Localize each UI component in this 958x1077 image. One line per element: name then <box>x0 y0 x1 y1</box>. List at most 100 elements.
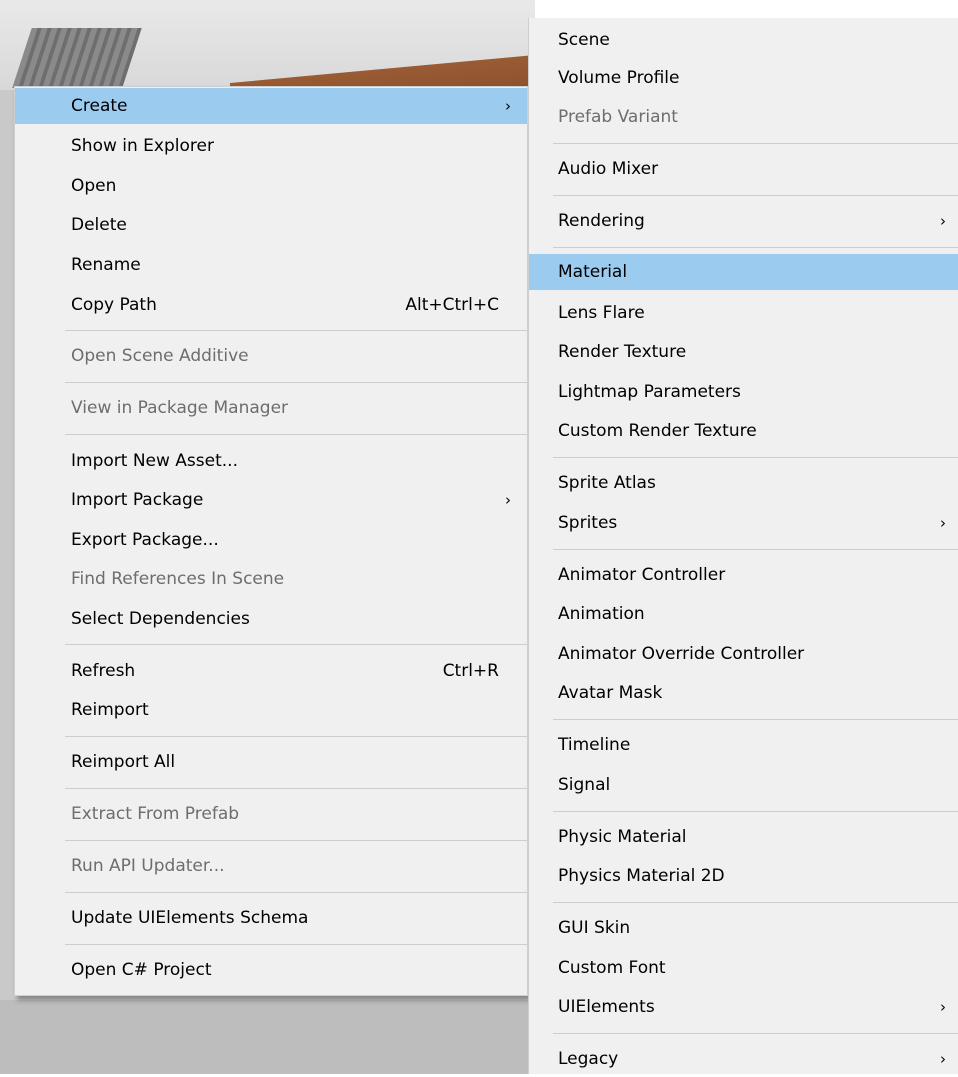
menu-item-label: Animator Controller <box>558 565 726 585</box>
menu-item-create[interactable]: Create › <box>15 88 527 124</box>
menu-item-label: Legacy <box>558 1049 619 1069</box>
chevron-right-icon: › <box>940 212 946 230</box>
chevron-right-icon: › <box>505 97 511 115</box>
submenu-item-lightmap-parameters[interactable]: Lightmap Parameters <box>529 374 958 410</box>
submenu-item-sprite-atlas[interactable]: Sprite Atlas <box>529 465 958 501</box>
chevron-right-icon: › <box>940 514 946 532</box>
menu-item-label: Export Package... <box>71 530 219 550</box>
menu-item-label: Delete <box>71 215 127 235</box>
submenu-item-timeline[interactable]: Timeline <box>529 727 958 763</box>
menu-item-export-package[interactable]: Export Package... <box>15 522 527 558</box>
menu-item-label: Select Dependencies <box>71 609 250 629</box>
submenu-item-animator-override-controller[interactable]: Animator Override Controller <box>529 636 958 672</box>
menu-item-rename[interactable]: Rename <box>15 247 527 283</box>
submenu-item-gui-skin[interactable]: GUI Skin <box>529 910 958 946</box>
menu-separator <box>65 788 527 789</box>
submenu-item-volume-profile[interactable]: Volume Profile <box>529 60 958 96</box>
menu-item-label: Lightmap Parameters <box>558 382 741 402</box>
submenu-item-sprites[interactable]: Sprites › <box>529 505 958 541</box>
submenu-item-signal[interactable]: Signal <box>529 767 958 803</box>
submenu-item-audio-mixer[interactable]: Audio Mixer <box>529 151 958 187</box>
menu-item-open-csharp-project[interactable]: Open C# Project <box>15 952 527 988</box>
menu-separator <box>553 811 958 812</box>
submenu-item-physic-material[interactable]: Physic Material <box>529 819 958 855</box>
menu-item-label: Scene <box>558 30 610 50</box>
submenu-item-render-texture[interactable]: Render Texture <box>529 334 958 370</box>
menu-item-label: Reimport All <box>71 752 176 772</box>
menu-item-label: Render Texture <box>558 342 687 362</box>
menu-item-label: Avatar Mask <box>558 683 663 703</box>
menu-item-extract-from-prefab[interactable]: Extract From Prefab <box>15 796 527 832</box>
menu-item-import-new-asset[interactable]: Import New Asset... <box>15 443 527 479</box>
menu-item-label: Reimport <box>71 700 149 720</box>
menu-item-shortcut: Ctrl+R <box>442 661 499 681</box>
submenu-item-custom-font[interactable]: Custom Font <box>529 950 958 986</box>
menu-item-label: Sprite Atlas <box>558 473 656 493</box>
menu-item-label: Copy Path <box>71 295 157 315</box>
menu-item-label: GUI Skin <box>558 918 631 938</box>
submenu-item-custom-render-texture[interactable]: Custom Render Texture <box>529 413 958 449</box>
menu-item-label: Physics Material 2D <box>558 866 725 886</box>
submenu-item-physics-material-2d[interactable]: Physics Material 2D <box>529 858 958 894</box>
menu-item-label: Rename <box>71 255 141 275</box>
menu-item-label: Open C# Project <box>71 960 212 980</box>
menu-item-run-api-updater[interactable]: Run API Updater... <box>15 848 527 884</box>
menu-separator <box>553 195 958 196</box>
menu-item-label: Refresh <box>71 661 136 681</box>
menu-item-label: Import Package <box>71 490 204 510</box>
menu-item-label: Signal <box>558 775 611 795</box>
menu-separator <box>553 549 958 550</box>
menu-separator <box>65 892 527 893</box>
menu-item-label: Open <box>71 176 117 196</box>
menu-separator <box>65 434 527 435</box>
menu-item-find-references-in-scene[interactable]: Find References In Scene <box>15 561 527 597</box>
menu-item-label: Lens Flare <box>558 303 645 323</box>
menu-item-label: View in Package Manager <box>71 398 289 418</box>
menu-item-label: Custom Render Texture <box>558 421 757 441</box>
menu-item-label: Import New Asset... <box>71 451 238 471</box>
chevron-right-icon: › <box>940 1050 946 1068</box>
submenu-item-animator-controller[interactable]: Animator Controller <box>529 557 958 593</box>
scene-bottom <box>0 1000 535 1074</box>
scene-object <box>12 28 142 88</box>
menu-item-open-scene-additive[interactable]: Open Scene Additive <box>15 338 527 374</box>
menu-item-refresh[interactable]: Refresh Ctrl+R <box>15 653 527 689</box>
create-submenu: Scene Volume Profile Prefab Variant Audi… <box>528 18 958 1074</box>
menu-item-label: Custom Font <box>558 958 666 978</box>
menu-separator <box>65 736 527 737</box>
menu-item-label: Prefab Variant <box>558 107 678 127</box>
submenu-item-uielements[interactable]: UIElements › <box>529 989 958 1025</box>
chevron-right-icon: › <box>940 998 946 1016</box>
submenu-item-material[interactable]: Material <box>529 254 958 290</box>
submenu-item-lens-flare[interactable]: Lens Flare <box>529 295 958 331</box>
menu-item-delete[interactable]: Delete <box>15 207 527 243</box>
menu-item-select-dependencies[interactable]: Select Dependencies <box>15 601 527 637</box>
menu-item-view-in-package-manager[interactable]: View in Package Manager <box>15 390 527 426</box>
submenu-item-scene[interactable]: Scene <box>529 22 958 58</box>
menu-item-label: Update UIElements Schema <box>71 908 309 928</box>
menu-item-copy-path[interactable]: Copy Path Alt+Ctrl+C <box>15 287 527 323</box>
menu-item-label: Animation <box>558 604 645 624</box>
menu-item-label: Volume Profile <box>558 68 680 88</box>
menu-item-label: Find References In Scene <box>71 569 285 589</box>
submenu-item-legacy[interactable]: Legacy › <box>529 1041 958 1077</box>
submenu-item-prefab-variant[interactable]: Prefab Variant <box>529 99 958 135</box>
menu-item-shortcut: Alt+Ctrl+C <box>405 295 499 315</box>
menu-separator <box>65 840 527 841</box>
menu-item-label: Material <box>558 262 628 282</box>
submenu-item-animation[interactable]: Animation <box>529 596 958 632</box>
menu-item-label: Audio Mixer <box>558 159 659 179</box>
menu-item-import-package[interactable]: Import Package › <box>15 482 527 518</box>
menu-item-reimport-all[interactable]: Reimport All <box>15 744 527 780</box>
menu-item-label: Timeline <box>558 735 631 755</box>
submenu-item-avatar-mask[interactable]: Avatar Mask <box>529 675 958 711</box>
menu-item-label: Create <box>71 96 128 116</box>
menu-separator <box>65 644 527 645</box>
menu-item-open[interactable]: Open <box>15 168 527 204</box>
menu-item-show-in-explorer[interactable]: Show in Explorer <box>15 128 527 164</box>
menu-item-label: Animator Override Controller <box>558 644 805 664</box>
submenu-item-rendering[interactable]: Rendering › <box>529 203 958 239</box>
menu-separator <box>553 719 958 720</box>
menu-item-update-uielements-schema[interactable]: Update UIElements Schema <box>15 900 527 936</box>
menu-item-reimport[interactable]: Reimport <box>15 692 527 728</box>
